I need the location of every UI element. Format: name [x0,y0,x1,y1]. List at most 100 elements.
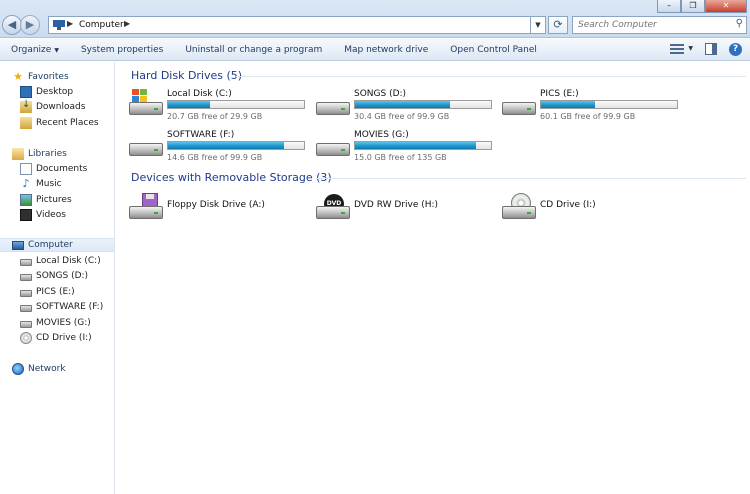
preview-pane-icon[interactable] [705,43,717,55]
music-icon: ♪ [22,177,30,190]
address-dropdown-button[interactable]: ▼ [530,16,546,34]
desktop-icon [20,86,32,98]
search-box[interactable]: ⚲ [572,16,747,34]
nav-music-label: Music [36,179,62,189]
nav-favorites-label: Favorites [28,72,69,82]
drive-usage-bar [167,141,305,150]
windows-logo-icon [132,89,148,103]
nav-documents[interactable]: Documents [0,162,114,176]
pictures-icon [20,194,32,206]
system-properties-button[interactable]: System properties [70,45,174,55]
help-icon[interactable]: ? [729,43,742,56]
nav-computer-label: Computer [28,240,73,250]
documents-icon [20,163,32,175]
floppy-drive-icon [128,193,164,223]
hard-drive-body [316,102,350,115]
drive-usage-fill [355,101,451,108]
nav-recent-places[interactable]: Recent Places [0,116,114,130]
back-button[interactable]: ◀ [2,15,22,35]
drive-usage-fill [355,142,477,149]
change-view-icon[interactable] [670,43,685,55]
nav-drive-label: PICS (E:) [36,287,75,297]
breadcrumb-chevron-icon[interactable]: ▶ [67,19,73,28]
nav-desktop[interactable]: Desktop [0,85,114,99]
title-bar: ◀ ▶ ▶ Computer ▶ ▼ ⟳ ⚲ – ❐ ✕ [0,0,750,38]
nav-favorites[interactable]: ★ Favorites [0,70,114,84]
address-bar[interactable]: ▶ Computer ▶ [48,16,546,34]
removable-drive-tile[interactable]: DVD DVD RW Drive (H:) [315,193,495,227]
drive-name: MOVIES (G:) [354,130,409,140]
drive-tile[interactable]: Local Disk (C:) 20.7 GB free of 29.9 GB [128,89,308,123]
hard-drive-icon [20,290,32,297]
group-divider [316,178,746,179]
nav-drive-f[interactable]: SOFTWARE (F:) [0,300,114,314]
uninstall-program-button[interactable]: Uninstall or change a program [174,45,333,55]
nav-downloads[interactable]: Downloads [0,99,114,114]
nav-drive-i[interactable]: CD Drive (I:) [0,331,114,345]
close-button[interactable]: ✕ [705,0,747,13]
forward-button[interactable]: ▶ [20,15,40,35]
group-divider [236,76,746,77]
drive-usage-fill [168,142,284,149]
hard-drive-body [502,102,536,115]
window-controls: – ❐ ✕ [657,0,747,13]
nav-drive-label: SOFTWARE (F:) [36,302,104,312]
cd-icon [20,332,32,344]
nav-music[interactable]: ♪ Music [0,177,114,191]
drive-tile[interactable]: PICS (E:) 60.1 GB free of 99.9 GB [501,89,681,123]
chevron-down-icon: ▼ [54,46,59,54]
drive-free-space: 20.7 GB free of 29.9 GB [167,112,263,121]
hard-drive-body [316,143,350,156]
drive-free-space: 30.4 GB free of 99.9 GB [354,112,450,121]
nav-videos-label: Videos [36,210,66,220]
drive-usage-bar [540,100,678,109]
nav-videos[interactable]: Videos [0,208,114,222]
breadcrumb-chevron-icon[interactable]: ▶ [124,19,130,28]
search-icon[interactable]: ⚲ [736,18,743,29]
hard-drive-body [129,143,163,156]
nav-pictures-label: Pictures [36,195,72,205]
open-control-panel-button[interactable]: Open Control Panel [439,45,548,55]
removable-drive-tile[interactable]: CD Drive (I:) [501,193,681,227]
minimize-button[interactable]: – [657,0,681,13]
nav-pictures[interactable]: Pictures [0,193,114,207]
drive-usage-bar [167,100,305,109]
cd-drive-icon [501,193,537,223]
nav-drive-g[interactable]: MOVIES (G:) [0,316,114,330]
nav-libraries[interactable]: Libraries [0,147,114,161]
group-title-removable-storage[interactable]: Devices with Removable Storage (3) [131,171,332,184]
drive-tile[interactable]: SONGS (D:) 30.4 GB free of 99.9 GB [315,89,495,123]
refresh-button[interactable]: ⟳ [548,16,568,34]
drive-free-space: 14.6 GB free of 99.9 GB [167,153,263,162]
navigation-pane: ★ Favorites Desktop Downloads Recent Plac… [0,62,115,494]
computer-icon [53,20,65,30]
nav-computer[interactable]: Computer [0,238,114,252]
search-input[interactable] [573,17,723,33]
nav-drive-d[interactable]: SONGS (D:) [0,269,114,283]
hard-drive-icon [20,274,32,281]
command-bar: Organize ▼ System properties Uninstall or… [0,39,750,61]
breadcrumb-computer[interactable]: Computer [79,20,124,30]
nav-network[interactable]: Network [0,362,114,376]
drive-tile[interactable]: SOFTWARE (F:) 14.6 GB free of 99.9 GB [128,130,308,164]
drive-free-space: 60.1 GB free of 99.9 GB [540,112,636,121]
nav-drive-label: CD Drive (I:) [36,333,92,343]
nav-drive-e[interactable]: PICS (E:) [0,285,114,299]
chevron-down-icon[interactable]: ▼ [688,43,693,56]
maximize-button[interactable]: ❐ [681,0,705,13]
hard-drive-icon [315,89,351,119]
hard-drive-body [129,206,163,219]
map-network-drive-button[interactable]: Map network drive [333,45,439,55]
recent-places-icon [20,117,32,129]
group-title-hard-disk-drives[interactable]: Hard Disk Drives (5) [131,69,242,82]
hard-drive-body [316,206,350,219]
drive-name: DVD RW Drive (H:) [354,200,439,210]
computer-icon [12,240,24,250]
drive-tile[interactable]: MOVIES (G:) 15.0 GB free of 135 GB [315,130,495,164]
removable-drive-tile[interactable]: Floppy Disk Drive (A:) [128,193,308,227]
star-icon: ★ [13,70,23,83]
nav-drive-c[interactable]: Local Disk (C:) [0,254,114,268]
drive-name: PICS (E:) [540,89,579,99]
organize-label: Organize [11,44,52,55]
organize-button[interactable]: Organize ▼ [0,45,70,55]
